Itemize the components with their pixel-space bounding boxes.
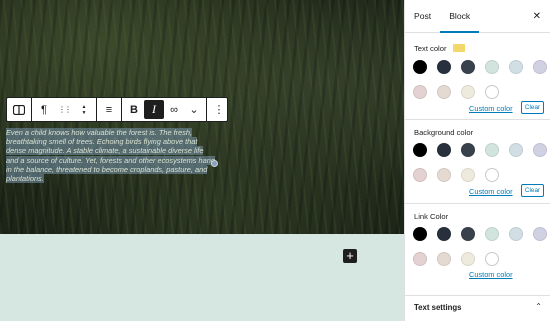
text-custom-color-link[interactable]: Custom color <box>469 104 513 113</box>
text-settings-label: Text settings <box>414 303 462 312</box>
settings-sidebar: Post Block ✕ Text color Custom color Cle… <box>404 0 550 321</box>
tab-block[interactable]: Block <box>440 0 480 33</box>
bold-button[interactable]: B <box>124 100 144 119</box>
background-color-clear-button[interactable]: Clear <box>521 184 544 197</box>
color-swatch[interactable] <box>485 60 499 74</box>
text-settings-panel-header[interactable]: Text settings ⌃ <box>405 295 550 321</box>
chevron-up-icon[interactable]: ⌃ <box>535 302 542 311</box>
text-color-palette <box>413 60 547 99</box>
color-swatch[interactable] <box>533 60 547 74</box>
italic-button[interactable]: I <box>144 100 164 119</box>
color-swatch[interactable] <box>485 85 499 99</box>
current-text-color-indicator <box>453 44 465 52</box>
chevron-down-icon[interactable]: ⌄ <box>184 100 204 119</box>
drag-handle-icon[interactable]: ⋮⋮ <box>54 100 74 119</box>
color-swatch[interactable] <box>413 60 427 74</box>
selection-handle[interactable] <box>211 160 218 167</box>
divider <box>405 119 550 120</box>
color-swatch[interactable] <box>533 227 547 241</box>
color-swatch[interactable] <box>485 227 499 241</box>
link-color-title: Link Color <box>414 212 449 221</box>
move-buttons: ▲ ▼ <box>74 100 94 119</box>
empty-block-area[interactable] <box>0 234 404 321</box>
background-color-palette <box>413 143 547 182</box>
color-swatch[interactable] <box>461 60 475 74</box>
paragraph-icon[interactable]: ¶ <box>34 100 54 119</box>
color-swatch[interactable] <box>413 85 427 99</box>
color-swatch[interactable] <box>485 168 499 182</box>
color-swatch[interactable] <box>437 252 451 266</box>
color-swatch[interactable] <box>461 143 475 157</box>
block-toolbar: ¶ ⋮⋮ ▲ ▼ ≡ B I ∞ ⌄ ⋮ <box>6 97 228 122</box>
move-down-icon[interactable]: ▼ <box>82 110 87 116</box>
format-group: B I ∞ ⌄ <box>122 98 207 121</box>
color-swatch[interactable] <box>437 60 451 74</box>
color-swatch[interactable] <box>485 252 499 266</box>
more-options-icon[interactable]: ⋮ <box>209 100 229 119</box>
link-icon[interactable]: ∞ <box>164 100 184 119</box>
editor-canvas: + ¶ ⋮⋮ ▲ ▼ ≡ B I ∞ ⌄ ⋮ Even a child know… <box>0 0 404 321</box>
block-switcher-group <box>7 98 32 121</box>
color-swatch[interactable] <box>461 168 475 182</box>
align-group: ≡ <box>97 98 122 121</box>
color-swatch[interactable] <box>509 60 523 74</box>
color-swatch[interactable] <box>413 252 427 266</box>
divider <box>405 203 550 204</box>
sidebar-tabs: Post Block ✕ <box>405 0 550 33</box>
color-swatch[interactable] <box>413 168 427 182</box>
add-block-button[interactable]: + <box>343 249 357 263</box>
selected-paragraph[interactable]: Even a child knows how valuable the fore… <box>6 128 216 184</box>
block-mover-group: ¶ ⋮⋮ ▲ ▼ <box>32 98 97 121</box>
color-swatch[interactable] <box>437 85 451 99</box>
color-swatch[interactable] <box>413 227 427 241</box>
color-swatch[interactable] <box>461 252 475 266</box>
color-swatch[interactable] <box>437 227 451 241</box>
columns-icon[interactable] <box>9 100 29 119</box>
text-color-clear-button[interactable]: Clear <box>521 101 544 114</box>
color-swatch[interactable] <box>461 85 475 99</box>
paragraph-text[interactable]: Even a child knows how valuable the fore… <box>6 128 215 184</box>
color-swatch[interactable] <box>509 227 523 241</box>
link-custom-color-link[interactable]: Custom color <box>469 270 513 279</box>
text-color-title: Text color <box>414 44 447 53</box>
color-swatch[interactable] <box>413 143 427 157</box>
align-icon[interactable]: ≡ <box>99 100 119 119</box>
color-swatch[interactable] <box>437 168 451 182</box>
color-swatch[interactable] <box>437 143 451 157</box>
color-swatch[interactable] <box>461 227 475 241</box>
link-color-palette <box>413 227 547 266</box>
options-group: ⋮ <box>207 98 231 121</box>
background-color-title: Background color <box>414 128 474 137</box>
background-custom-color-link[interactable]: Custom color <box>469 187 513 196</box>
tab-post[interactable]: Post <box>405 0 440 33</box>
color-swatch[interactable] <box>485 143 499 157</box>
color-swatch[interactable] <box>533 143 547 157</box>
close-icon[interactable]: ✕ <box>533 11 541 22</box>
color-swatch[interactable] <box>509 143 523 157</box>
